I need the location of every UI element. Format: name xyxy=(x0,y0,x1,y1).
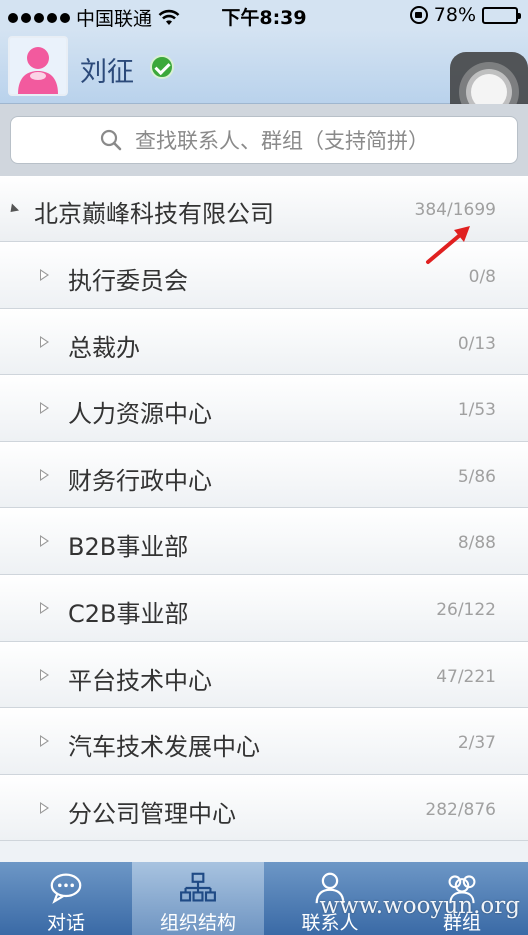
department-name: C2B事业部 xyxy=(68,599,189,628)
avatar[interactable] xyxy=(8,36,68,96)
department-member-count: 26/122 xyxy=(436,599,496,620)
org-chart-icon xyxy=(180,872,216,902)
collapsed-arrow-icon xyxy=(40,801,49,814)
watermark-text: www.wooyun.org xyxy=(319,893,520,919)
department-row[interactable]: 平台技术中心 47/221 xyxy=(0,641,528,709)
department-name: 财务行政中心 xyxy=(68,466,212,495)
department-member-count: 47/221 xyxy=(436,666,496,687)
department-name: 汽车技术发展中心 xyxy=(68,733,260,762)
department-row[interactable]: 人力资源中心 1/53 xyxy=(0,375,528,442)
department-name: 平台技术中心 xyxy=(68,666,212,695)
chat-icon xyxy=(50,873,82,904)
user-name[interactable]: 刘征 xyxy=(80,50,134,89)
search-icon xyxy=(100,129,122,151)
search-bar: 查找联系人、群组（支持简拼） xyxy=(0,104,528,176)
tab-label: 组织结构 xyxy=(159,912,236,934)
department-row[interactable]: 财务行政中心 5/86 xyxy=(0,441,528,509)
user-avatar-icon xyxy=(18,47,58,94)
online-status-icon xyxy=(150,55,174,79)
department-row[interactable]: B2B事业部 8/88 xyxy=(0,508,528,575)
department-name: 总裁办 xyxy=(68,333,140,362)
collapsed-arrow-icon xyxy=(40,269,49,281)
collapsed-arrow-icon xyxy=(40,335,49,348)
battery-percent: 78% xyxy=(433,4,476,26)
red-annotation-arrow-icon xyxy=(426,226,470,264)
header: 刘征 xyxy=(0,30,528,104)
collapsed-arrow-icon xyxy=(40,601,49,614)
department-name: 分公司管理中心 xyxy=(68,799,236,828)
collapsed-arrow-icon xyxy=(40,402,49,415)
collapsed-arrow-icon xyxy=(40,668,49,681)
department-member-count: 0/8 xyxy=(468,267,496,287)
department-row[interactable]: 分公司管理中心 282/876 xyxy=(0,774,528,842)
search-input[interactable]: 查找联系人、群组（支持简拼） xyxy=(10,116,518,164)
department-name: B2B事业部 xyxy=(68,533,189,562)
department-member-count: 2/37 xyxy=(457,733,496,754)
collapsed-arrow-icon xyxy=(40,468,49,481)
collapsed-arrow-icon xyxy=(40,735,49,748)
department-name: 人力资源中心 xyxy=(68,400,212,429)
department-row[interactable]: C2B事业部 26/122 xyxy=(0,574,528,642)
department-member-count: 1/53 xyxy=(457,400,496,421)
company-name: 北京巅峰科技有限公司 xyxy=(34,200,274,228)
tab-org-structure[interactable]: 组织结构 xyxy=(132,862,264,935)
tab-label: 对话 xyxy=(46,912,85,934)
department-member-count: 0/13 xyxy=(457,333,496,354)
collapsed-arrow-icon xyxy=(40,535,49,548)
status-right: 78% xyxy=(409,4,521,26)
tab-chat[interactable]: 对话 xyxy=(0,862,132,935)
rotation-lock-icon xyxy=(409,6,428,24)
department-name: 执行委员会 xyxy=(68,267,188,295)
department-row[interactable]: 总裁办 0/13 xyxy=(0,308,528,376)
expanded-arrow-icon xyxy=(6,203,20,216)
department-member-count: 282/876 xyxy=(425,799,496,820)
department-member-count: 8/88 xyxy=(457,533,496,554)
company-member-count: 384/1699 xyxy=(414,200,496,220)
status-bar: 中国联通 下午8:39 78% xyxy=(0,0,528,30)
department-list: 执行委员会 0/8 总裁办 0/13 人力资源中心 1/53 财务行政中心 5/… xyxy=(0,242,528,842)
department-member-count: 5/86 xyxy=(457,466,496,487)
battery-icon xyxy=(482,6,521,24)
department-row[interactable]: 汽车技术发展中心 2/37 xyxy=(0,708,528,775)
search-placeholder: 查找联系人、群组（支持简拼） xyxy=(135,129,429,153)
